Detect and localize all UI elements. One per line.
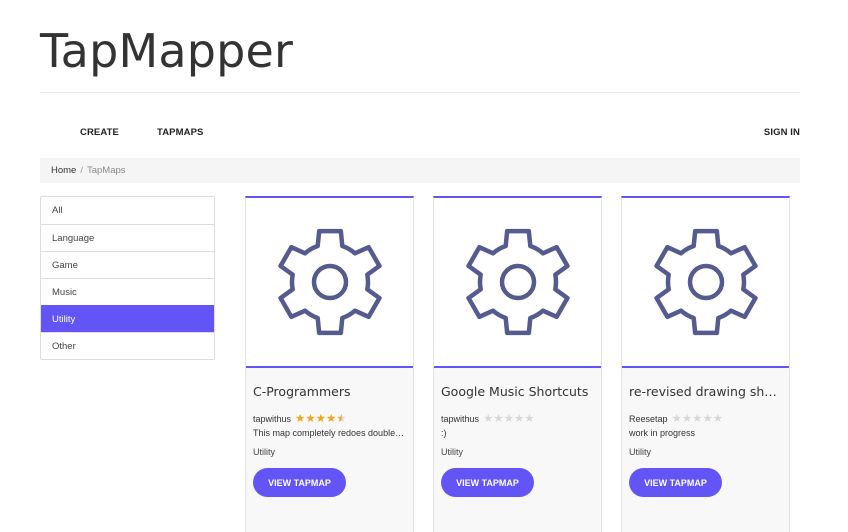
- star-icon: ★: [483, 413, 494, 425]
- card-author[interactable]: tapwithus: [253, 414, 291, 424]
- header-divider: [40, 92, 800, 93]
- star-rating: ★ ★ ★ ★ ★: [483, 413, 535, 425]
- view-tapmap-button[interactable]: VIEW TAPMAP: [253, 468, 346, 497]
- card-title[interactable]: Google Music Shortcuts: [441, 384, 595, 399]
- card-meta: Reesetap ★ ★ ★ ★ ★: [629, 413, 724, 425]
- star-icon: ★: [493, 413, 504, 425]
- star-icon: ★: [503, 413, 514, 425]
- category-filter-list: All Language Game Music Utility Other: [40, 196, 215, 360]
- nav-create-link[interactable]: CREATE: [80, 127, 119, 138]
- tapmap-card: re-revised drawing shortcuts Reesetap ★★…: [621, 196, 790, 532]
- tapmap-card: C-Programmers tapwithus ★ ★ ★ ★ ★ This map c…: [245, 196, 414, 532]
- gear-icon: [277, 228, 382, 336]
- star-icon: ★: [712, 413, 724, 425]
- card-image[interactable]: [246, 198, 413, 368]
- view-tapmap-button[interactable]: VIEW TAPMAP: [441, 468, 534, 497]
- card-image[interactable]: [622, 198, 789, 368]
- card-category: Utility: [629, 447, 651, 457]
- nav-signin-link[interactable]: SIGN IN: [764, 127, 800, 138]
- card-meta: tapwithus ★ ★ ★ ★ ★: [441, 413, 535, 425]
- star-icon: ★: [692, 413, 703, 425]
- star-icon: ★: [325, 413, 337, 425]
- star-icon: ★: [671, 413, 682, 425]
- star-icon: ★: [305, 413, 316, 425]
- star-icon: ★: [524, 413, 535, 425]
- card-description: This map completely redoes double-tap fu…: [253, 428, 407, 438]
- tapmap-card: Google Music Shortcuts tapwithus ★ ★ ★ ★ ★ :…: [433, 196, 602, 532]
- filter-item-all[interactable]: All: [41, 197, 214, 224]
- filter-item-language[interactable]: Language: [41, 224, 214, 251]
- brand-title[interactable]: TapMapper: [40, 24, 293, 78]
- breadcrumb: Home / TapMaps: [40, 158, 800, 183]
- star-icon: ★: [336, 413, 347, 425]
- star-icon: ★: [681, 413, 693, 425]
- gear-icon: [653, 228, 758, 336]
- card-title[interactable]: C-Programmers: [253, 384, 407, 399]
- card-meta: tapwithus ★ ★ ★ ★ ★: [253, 413, 347, 425]
- card-author[interactable]: Reesetap: [629, 414, 668, 424]
- card-image[interactable]: [434, 198, 601, 368]
- filter-item-utility[interactable]: Utility: [41, 305, 214, 332]
- card-description: :): [441, 428, 447, 438]
- view-tapmap-button[interactable]: VIEW TAPMAP: [629, 468, 722, 497]
- card-category: Utility: [441, 447, 463, 457]
- card-description: work in progress: [629, 428, 696, 438]
- card-category: Utility: [253, 447, 275, 457]
- breadcrumb-home-link[interactable]: Home: [51, 165, 76, 176]
- star-icon: ★: [513, 413, 525, 425]
- star-rating: ★ ★ ★ ★ ★: [671, 413, 724, 425]
- star-icon: ★: [295, 413, 306, 425]
- filter-item-other[interactable]: Other: [41, 332, 214, 359]
- star-icon: ★: [702, 413, 713, 425]
- star-rating: ★ ★ ★ ★ ★: [295, 413, 347, 425]
- star-icon: ★: [315, 413, 326, 425]
- filter-item-music[interactable]: Music: [41, 278, 214, 305]
- breadcrumb-current: TapMaps: [86, 165, 126, 176]
- card-author[interactable]: tapwithus: [441, 414, 479, 424]
- nav-tapmaps-link[interactable]: TAPMAPS: [157, 127, 203, 138]
- filter-item-game[interactable]: Game: [41, 251, 214, 278]
- breadcrumb-separator: /: [80, 165, 83, 176]
- gear-icon: [465, 228, 570, 336]
- card-title[interactable]: re-revised drawing shortcuts: [629, 384, 783, 399]
